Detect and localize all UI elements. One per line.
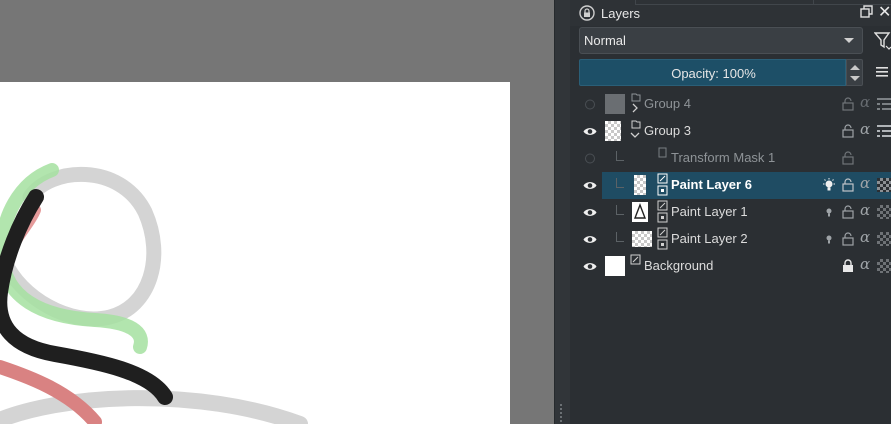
opacity-slider[interactable]: Opacity: 100%	[579, 59, 846, 86]
unlocked-icon[interactable]	[841, 151, 855, 165]
group-folder-icon	[630, 120, 641, 138]
eye-icon[interactable]	[583, 261, 597, 272]
layer-name: Transform Mask 1	[671, 150, 776, 165]
unlocked-icon[interactable]	[841, 124, 855, 138]
unlocked-icon[interactable]	[841, 178, 855, 192]
canvas-viewport[interactable]	[0, 0, 554, 424]
paint-layer-icon	[630, 254, 641, 265]
layer-thumbnail	[634, 175, 646, 195]
splitter-grip[interactable]	[560, 404, 562, 422]
docker-title: Layers	[601, 6, 641, 21]
layer-row-paint-layer-6[interactable]: Paint Layer 6 α	[570, 172, 891, 199]
inherit-alpha-icon[interactable]	[877, 178, 891, 192]
tree-connector	[616, 151, 624, 161]
hamburger-menu-icon[interactable]	[876, 66, 890, 78]
chevron-down-icon	[844, 38, 854, 43]
onion-skin-icon[interactable]	[822, 232, 836, 246]
layer-row-background[interactable]: Background α	[570, 253, 891, 280]
hidden-eye-icon[interactable]	[583, 99, 597, 110]
filter-icon[interactable]	[874, 31, 891, 51]
tab-strip-edge	[635, 0, 891, 5]
group-folder-icon	[631, 93, 641, 113]
alpha-lock-icon[interactable]: α	[860, 255, 870, 273]
float-docker-icon[interactable]	[860, 5, 874, 19]
layer-row-paint-layer-2[interactable]: Paint Layer 2 α	[570, 226, 891, 253]
eye-icon[interactable]	[583, 180, 597, 191]
close-icon[interactable]: ✕	[878, 4, 891, 20]
layer-name: Paint Layer 1	[671, 204, 748, 219]
layer-name: Background	[644, 258, 714, 273]
alpha-lock-icon[interactable]: α	[860, 201, 870, 219]
onion-skin-icon[interactable]	[822, 205, 836, 219]
eye-icon[interactable]	[583, 207, 597, 218]
spin-up-icon[interactable]	[850, 65, 860, 70]
layer-row-group-4[interactable]: Group 4 α	[570, 91, 891, 118]
canvas-artwork	[0, 163, 308, 424]
dock-splitter[interactable]	[554, 0, 570, 424]
alpha-lock-icon[interactable]: α	[860, 120, 870, 138]
layer-thumbnail	[605, 121, 621, 141]
layer-name: Paint Layer 2	[671, 231, 748, 246]
tree-connector	[616, 178, 624, 188]
inherit-alpha-icon[interactable]	[877, 259, 891, 273]
inherit-alpha-icon[interactable]	[877, 232, 891, 246]
layers-docker: Layers ✕ Normal Opacity: 100% Group 4 α …	[570, 0, 891, 424]
layer-list[interactable]: Group 4 α Group 3 α Transform Mask 1 Pai…	[570, 91, 891, 424]
inherit-alpha-icon[interactable]	[877, 205, 891, 219]
blend-mode-select[interactable]: Normal	[579, 27, 863, 54]
paint-layer-icon	[657, 173, 668, 196]
layer-row-paint-layer-1[interactable]: Paint Layer 1 α	[570, 199, 891, 226]
opacity-spinbox[interactable]	[846, 59, 863, 86]
eye-icon[interactable]	[583, 234, 597, 245]
transform-mask-icon	[658, 147, 667, 158]
layer-thumbnail	[605, 256, 625, 276]
locked-icon[interactable]	[841, 259, 855, 273]
layer-row-group-3[interactable]: Group 3 α	[570, 118, 891, 145]
alpha-lock-icon[interactable]: α	[860, 174, 870, 192]
eye-icon[interactable]	[583, 126, 597, 137]
spin-down-icon[interactable]	[850, 76, 860, 81]
alpha-lock-icon[interactable]: α	[860, 228, 870, 246]
unlocked-icon[interactable]	[841, 232, 855, 246]
pass-through-icon[interactable]	[877, 97, 891, 111]
canvas-document[interactable]	[0, 82, 510, 424]
pass-through-icon[interactable]	[877, 124, 891, 138]
lock-docker-icon[interactable]	[579, 5, 595, 21]
layer-name: Group 3	[644, 123, 691, 138]
tree-connector	[616, 205, 624, 215]
unlocked-icon[interactable]	[841, 205, 855, 219]
paint-layer-icon	[657, 227, 668, 250]
layer-thumbnail	[632, 231, 652, 247]
layer-thumbnail	[605, 94, 625, 114]
layer-row-transform-mask-1[interactable]: Transform Mask 1	[570, 145, 891, 172]
tree-connector	[616, 232, 624, 242]
hidden-eye-icon[interactable]	[583, 153, 597, 164]
alpha-lock-icon[interactable]: α	[860, 93, 870, 111]
blend-mode-value: Normal	[584, 33, 626, 48]
layer-name: Group 4	[644, 96, 691, 111]
docker-titlebar: Layers ✕	[570, 0, 891, 26]
paint-layer-icon	[657, 200, 668, 223]
layer-thumbnail	[632, 202, 648, 222]
onion-skin-icon[interactable]	[822, 178, 836, 192]
opacity-label: Opacity: 100%	[671, 66, 756, 81]
unlocked-icon[interactable]	[841, 97, 855, 111]
layer-name: Paint Layer 6	[671, 177, 752, 192]
